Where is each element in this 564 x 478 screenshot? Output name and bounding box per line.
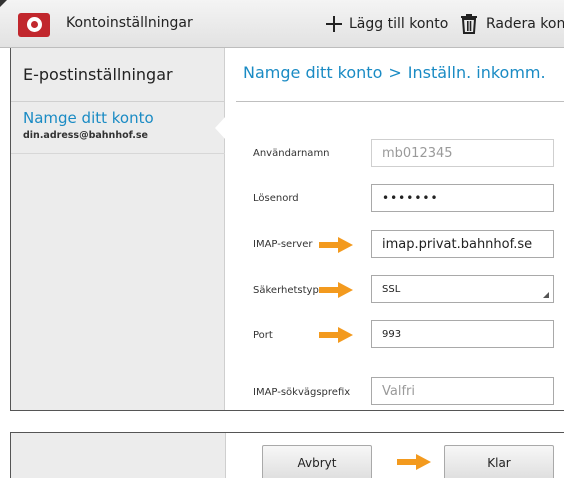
add-account-button[interactable]: Lägg till konto: [325, 11, 448, 37]
security-type-value: SSL: [382, 283, 401, 295]
plus-icon: [326, 16, 342, 32]
action-bar: Kontoinställningar Lägg till konto Rader…: [0, 0, 564, 48]
trash-icon: [461, 14, 477, 34]
delete-account-label: Radera konto: [486, 16, 564, 32]
imap-prefix-label: IMAP-sökvägsprefix: [253, 387, 351, 398]
account-name: Namge ditt konto: [23, 109, 154, 127]
app-title: Kontoinställningar: [66, 15, 193, 31]
password-field[interactable]: •••••••: [371, 184, 554, 212]
password-label: Lösenord: [253, 193, 299, 204]
orange-arrow-icon: [319, 237, 353, 253]
bottom-bar: Avbryt Klar: [10, 432, 564, 478]
breadcrumb-step-account[interactable]: Namge ditt konto: [243, 63, 382, 82]
done-button[interactable]: Klar: [444, 445, 554, 478]
sidebar: E-postinställningar Namge ditt konto din…: [11, 48, 226, 410]
password-value: •••••••: [382, 191, 439, 205]
orange-arrow-icon: [397, 454, 431, 470]
sidebar-header: E-postinställningar: [11, 48, 225, 102]
port-label: Port: [253, 330, 273, 341]
imap-prefix-placeholder: Valfri: [382, 383, 415, 399]
selection-notch: [215, 116, 226, 140]
mail-app-icon[interactable]: [18, 13, 50, 37]
sidebar-title: E-postinställningar: [23, 65, 173, 84]
orange-arrow-icon: [319, 327, 353, 343]
imap-server-field[interactable]: imap.privat.bahnhof.se: [371, 230, 554, 258]
add-account-label: Lägg till konto: [349, 16, 449, 32]
breadcrumb: Namge ditt konto > Inställn. inkomm.: [243, 63, 546, 82]
security-type-select[interactable]: SSL: [371, 275, 554, 303]
username-value: mb012345: [382, 145, 453, 161]
imap-server-label: IMAP-server: [253, 239, 313, 250]
imap-prefix-field[interactable]: Valfri: [371, 377, 554, 405]
settings-panel: E-postinställningar Namge ditt konto din…: [10, 48, 564, 411]
username-label: Användarnamn: [253, 148, 330, 159]
breadcrumb-step-incoming: Inställn. inkomm.: [407, 63, 546, 82]
breadcrumb-divider: [236, 101, 564, 102]
security-type-label: Säkerhetstyp: [253, 285, 319, 296]
dropdown-corner-icon: [543, 292, 549, 298]
corner-mark: [0, 0, 7, 7]
bottom-actions: Avbryt Klar: [225, 433, 564, 478]
sidebar-item-account[interactable]: Namge ditt konto din.adress@bahnhof.se: [11, 102, 225, 154]
port-field[interactable]: 993: [371, 320, 554, 348]
breadcrumb-separator: >: [388, 63, 402, 82]
delete-account-button[interactable]: Radera konto: [460, 11, 564, 37]
form-content: Namge ditt konto > Inställn. inkomm. Använ…: [226, 48, 564, 410]
account-email: din.adress@bahnhof.se: [23, 130, 148, 141]
cancel-button[interactable]: Avbryt: [262, 445, 372, 478]
port-value: 993: [382, 328, 402, 340]
orange-arrow-icon: [319, 282, 353, 298]
imap-server-value: imap.privat.bahnhof.se: [382, 236, 533, 252]
username-field[interactable]: mb012345: [371, 139, 554, 167]
